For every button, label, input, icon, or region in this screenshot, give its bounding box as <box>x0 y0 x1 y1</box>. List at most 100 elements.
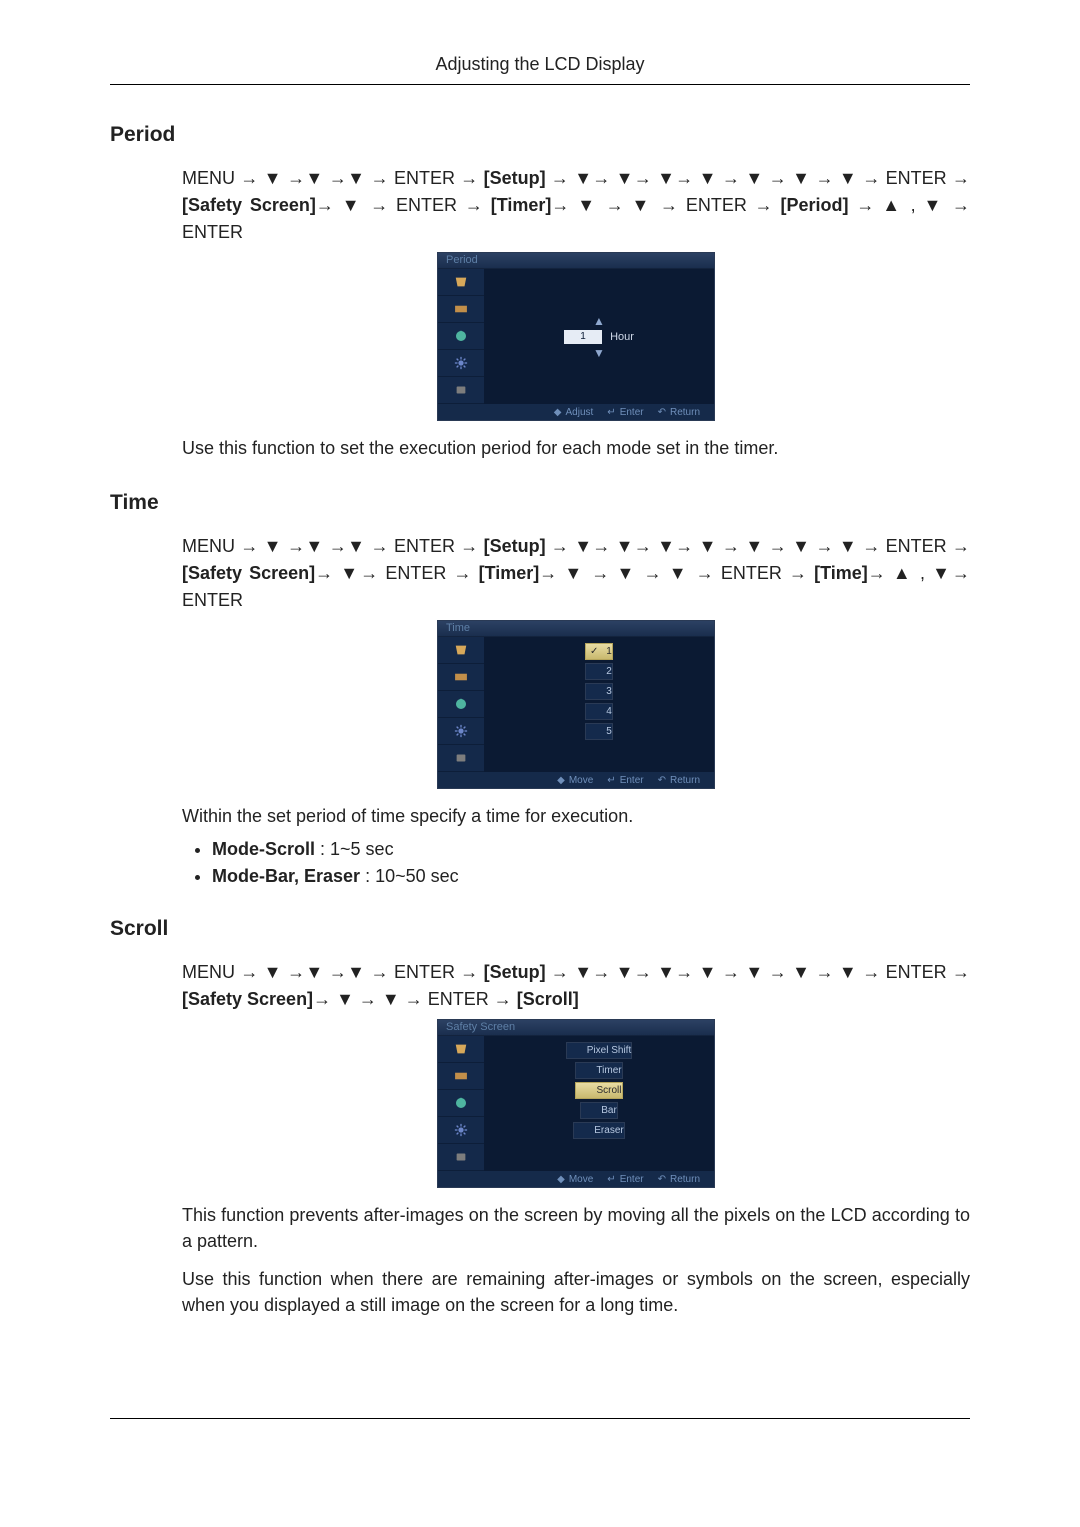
scroll-description-1: This function prevents after-images on t… <box>182 1202 970 1254</box>
period-unit-label: Hour <box>610 331 634 343</box>
bullet-bold: Mode-Bar, Eraser <box>212 866 360 886</box>
osd-screenshot-period: Period ▲ 1 Hour <box>182 252 970 421</box>
hint-enter: ↵Enter <box>607 407 643 418</box>
bullet-bold: Mode-Scroll <box>212 839 315 859</box>
nav-text: MENU → ▼ →▼ →▼ → ENTER → <box>182 168 484 188</box>
nav-token-period: [Period] <box>781 195 849 215</box>
hint-return: ↶Return <box>658 1174 700 1185</box>
nav-token-timer: [Timer] <box>491 195 552 215</box>
return-icon: ↶ <box>658 775 666 786</box>
power-icon <box>438 323 484 350</box>
nav-token-setup: [Setup] <box>484 962 546 982</box>
period-value-box: 1 <box>564 330 602 344</box>
time-bullet-list: Mode-Scroll : 1~5 sec Mode-Bar, Eraser :… <box>182 839 970 887</box>
osd-main-time: ✓1 2 3 4 5 <box>484 637 714 772</box>
osd-main-period: ▲ 1 Hour ▼ <box>484 269 714 404</box>
hint-return: ↶Return <box>658 407 700 418</box>
picture-icon <box>438 269 484 296</box>
time-option-label: 2 <box>602 666 612 677</box>
nav-token-setup: [Setup] <box>484 168 546 188</box>
osd-title: Time <box>438 621 714 637</box>
nav-token-scroll: [Scroll] <box>517 989 579 1009</box>
safety-option-label: Eraser <box>590 1125 623 1136</box>
power-icon <box>438 1090 484 1117</box>
settings-icon <box>438 718 484 745</box>
manual-page: Adjusting the LCD Display Period MENU → … <box>0 0 1080 1527</box>
nav-text: → ▼ → ▼ → ▼ → ENTER → <box>539 563 814 583</box>
nav-text: → ▼ → ▼ → ENTER → <box>551 195 780 215</box>
nav-text: → ▼→ ▼→ ▼→ ▼ → ▼ → ▼ → ▼ → ENTER → <box>546 536 970 556</box>
input-icon <box>438 664 484 691</box>
safety-option-label: Bar <box>597 1105 617 1116</box>
list-item: Mode-Bar, Eraser : 10~50 sec <box>212 866 970 887</box>
osd-title: Safety Screen <box>438 1020 714 1036</box>
time-option-2: 2 <box>585 663 613 680</box>
osd-sidebar <box>438 1036 484 1171</box>
arrow-down-icon: ▼ <box>593 347 605 359</box>
input-icon <box>438 1063 484 1090</box>
safety-option-eraser: Eraser <box>573 1122 624 1139</box>
diamond-icon: ◆ <box>554 407 562 418</box>
header-rule <box>110 84 970 85</box>
osd-sidebar <box>438 637 484 772</box>
period-description: Use this function to set the execution p… <box>182 435 970 461</box>
hint-enter: ↵Enter <box>607 775 643 786</box>
osd-panel: Period ▲ 1 Hour <box>437 252 715 421</box>
settings-icon <box>438 350 484 377</box>
mode-icon <box>438 1144 484 1171</box>
section-body-scroll: MENU → ▼ →▼ →▼ → ENTER → [Setup] → ▼→ ▼→… <box>182 959 970 1318</box>
time-description: Within the set period of time specify a … <box>182 803 970 829</box>
osd-panel: Safety Screen Pixel Shift Timer Scroll B… <box>437 1019 715 1188</box>
safety-option-timer: Timer <box>575 1062 622 1079</box>
picture-icon <box>438 1036 484 1063</box>
nav-text: → ▼→ ENTER → <box>315 563 478 583</box>
return-icon: ↶ <box>658 407 666 418</box>
section-heading-period: Period <box>110 123 970 147</box>
bullet-rest: : 10~50 sec <box>360 866 459 886</box>
safety-option-bar: Bar <box>580 1102 618 1119</box>
footer-rule <box>110 1418 970 1419</box>
hint-return: ↶Return <box>658 775 700 786</box>
osd-body: ✓1 2 3 4 5 <box>438 637 714 772</box>
time-option-4: 4 <box>585 703 613 720</box>
osd-body: Pixel Shift Timer Scroll Bar Eraser <box>438 1036 714 1171</box>
nav-token-timer: [Timer] <box>479 563 540 583</box>
nav-token-setup: [Setup] <box>484 536 546 556</box>
osd-body: ▲ 1 Hour ▼ <box>438 269 714 404</box>
osd-footer: ◆Move ↵Enter ↶Return <box>438 1171 714 1187</box>
osd-title: Period <box>438 253 714 269</box>
return-icon: ↶ <box>658 1174 666 1185</box>
nav-text: MENU → ▼ →▼ →▼ → ENTER → <box>182 962 484 982</box>
nav-text: → ▼→ ▼→ ▼→ ▼ → ▼ → ▼ → ▼ → ENTER → <box>546 962 970 982</box>
nav-token-safetyscreen: [Safety Screen] <box>182 989 313 1009</box>
input-icon <box>438 296 484 323</box>
hint-move: ◆Move <box>557 1174 593 1185</box>
nav-sequence-time: MENU → ▼ →▼ →▼ → ENTER → [Setup] → ▼→ ▼→… <box>182 533 970 614</box>
hint-enter: ↵Enter <box>607 1174 643 1185</box>
nav-text: → ▼ → ENTER → <box>316 195 491 215</box>
osd-footer: ◆Move ↵Enter ↶Return <box>438 772 714 788</box>
nav-sequence-period: MENU → ▼ →▼ →▼ → ENTER → [Setup] → ▼→ ▼→… <box>182 165 970 246</box>
nav-token-safetyscreen: [Safety Screen] <box>182 563 315 583</box>
hint-move: ◆Move <box>557 775 593 786</box>
time-option-5: 5 <box>585 723 613 740</box>
mode-icon <box>438 377 484 404</box>
scroll-description-2: Use this function when there are remaini… <box>182 1266 970 1318</box>
time-option-label: 5 <box>602 726 612 737</box>
safety-option-label: Scroll <box>592 1085 621 1096</box>
time-option-label: 4 <box>602 706 612 717</box>
section-body-time: MENU → ▼ →▼ →▼ → ENTER → [Setup] → ▼→ ▼→… <box>182 533 970 887</box>
time-option-label: 3 <box>602 686 612 697</box>
nav-text: → ▼ → ▼ → ENTER → <box>313 989 517 1009</box>
safety-option-pixelshift: Pixel Shift <box>566 1042 632 1059</box>
enter-icon: ↵ <box>607 775 615 786</box>
nav-token-safetyscreen: [Safety Screen] <box>182 195 316 215</box>
osd-panel: Time ✓1 2 3 4 5 <box>437 620 715 789</box>
check-icon: ✓ <box>586 646 602 657</box>
list-item: Mode-Scroll : 1~5 sec <box>212 839 970 860</box>
enter-icon: ↵ <box>607 1174 615 1185</box>
osd-main-safety: Pixel Shift Timer Scroll Bar Eraser <box>484 1036 714 1171</box>
page-header-title: Adjusting the LCD Display <box>110 54 970 75</box>
time-option-1: ✓1 <box>585 643 613 660</box>
osd-screenshot-time: Time ✓1 2 3 4 5 <box>182 620 970 789</box>
